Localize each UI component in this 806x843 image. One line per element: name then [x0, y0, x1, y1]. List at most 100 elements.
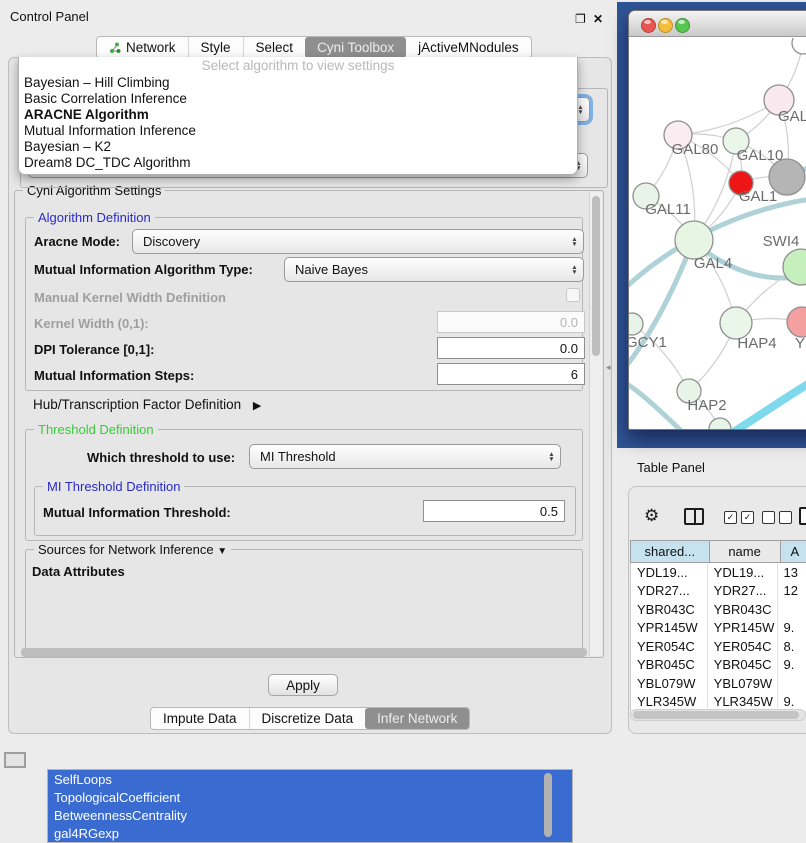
mi-threshold-label: Mutual Information Threshold:	[43, 505, 231, 520]
grip-box	[4, 752, 26, 768]
deselect-all-checkboxes-icon[interactable]	[762, 511, 792, 524]
table-cell: 12	[778, 582, 806, 601]
tab-discretize-data[interactable]: Discretize Data	[249, 708, 366, 729]
table-cell: 13	[778, 563, 806, 582]
settings-hscrollbar[interactable]	[21, 648, 587, 657]
expand-right-icon: ▶	[253, 400, 261, 412]
sources-group-title[interactable]: Sources for Network Inference ▼	[34, 542, 231, 557]
attribute-item[interactable]: gal4RGexp	[48, 824, 572, 842]
control-panel-tabbar: NetworkStyleSelectCyni ToolboxjActiveMNo…	[96, 36, 532, 59]
cyni-mode-tabbar: Impute DataDiscretize DataInfer Network	[150, 707, 470, 730]
algorithm-option[interactable]: Bayesian – Hill Climbing	[19, 74, 577, 90]
file-icon[interactable]	[799, 507, 806, 525]
tab-cyni-toolbox[interactable]: Cyni Toolbox	[305, 37, 406, 58]
apply-button[interactable]: Apply	[268, 674, 338, 696]
node-label: GAL	[778, 108, 806, 125]
table-cell: YER054C	[708, 637, 778, 656]
node-label: HAP2	[687, 397, 726, 414]
network-node[interactable]	[709, 418, 731, 430]
algorithm-placeholder: Select algorithm to view settings	[19, 57, 577, 74]
mi-threshold-field[interactable]: 0.5	[423, 500, 565, 522]
mi-type-combobox[interactable]: Naive Bayes ▲▼	[284, 257, 584, 282]
attribute-item[interactable]: SelfLoops	[48, 770, 572, 788]
table-row[interactable]: YBL079WYBL079W	[631, 674, 806, 693]
network-graph-canvas[interactable]: GALGAL80GAL10GAL1GAL11GAL4SWI4GCY1HAP4YH…	[629, 38, 806, 430]
table-cell: 8.	[778, 637, 806, 656]
table-cell: YDR27...	[708, 582, 778, 601]
algorithm-option[interactable]: ARACNE Algorithm	[19, 106, 577, 122]
network-window-titlebar[interactable]	[629, 11, 806, 37]
algorithm-option[interactable]: Basic Correlation Inference	[19, 90, 577, 106]
columns-icon[interactable]	[684, 508, 704, 525]
node-table[interactable]: shared...nameAYDL19...YDL19...13YDR27...…	[630, 540, 806, 711]
table-row[interactable]: YPR145WYPR145W9.	[631, 619, 806, 638]
table-row[interactable]: YBR045CYBR045C9.	[631, 656, 806, 675]
close-panel-button[interactable]: ✕	[593, 12, 603, 26]
tab-infer-network[interactable]: Infer Network	[365, 708, 469, 729]
manual-kernel-checkbox[interactable]	[566, 288, 580, 302]
table-row[interactable]: YDL19...YDL19...13	[631, 563, 806, 582]
dpi-tolerance-field[interactable]: 0.0	[437, 337, 585, 359]
tab-network[interactable]: Network	[97, 37, 188, 58]
column-header-1[interactable]: shared...	[630, 540, 710, 563]
float-panel-button[interactable]: ❐	[575, 12, 586, 26]
network-node-gal4[interactable]	[675, 221, 713, 259]
zoom-window-button[interactable]	[675, 18, 690, 33]
algorithm-option-list: Bayesian – Hill ClimbingBasic Correlatio…	[19, 74, 577, 170]
aracne-mode-value: Discovery	[143, 234, 200, 249]
tab-style[interactable]: Style	[188, 37, 243, 58]
table-panel-title: Table Panel	[637, 460, 705, 475]
table-cell: YBR043C	[708, 600, 778, 619]
algorithm-dropdown-popup: Select algorithm to view settings Bayesi…	[18, 57, 578, 175]
chevron-updown-icon: ▲▼	[566, 258, 583, 281]
node-label: SWI4	[763, 233, 800, 250]
tab-impute-data[interactable]: Impute Data	[151, 708, 249, 729]
hub-definition-toggle[interactable]: Hub/Transcription Factor Definition ▶	[33, 397, 261, 412]
close-window-button[interactable]	[641, 18, 656, 33]
tab-jactivemnodules[interactable]: jActiveMNodules	[406, 37, 531, 58]
table-cell: YBL079W	[631, 674, 708, 693]
attribute-item[interactable]: BetweennessCentrality	[48, 806, 572, 824]
mi-steps-field[interactable]: 6	[437, 363, 585, 385]
table-cell: YDL19...	[708, 563, 778, 582]
threshold-definition-title: Threshold Definition	[34, 422, 158, 437]
highlighted-edge	[724, 368, 806, 430]
attributes-scrollbar[interactable]	[544, 771, 553, 841]
table-hscrollbar[interactable]	[630, 709, 806, 721]
algorithm-option[interactable]: Bayesian – K2	[19, 138, 577, 154]
data-attributes-label: Data Attributes	[32, 564, 125, 579]
table-cell: YBR045C	[708, 656, 778, 675]
data-attributes-list[interactable]: SelfLoopsTopologicalCoefficientBetweenne…	[47, 769, 573, 843]
aracne-mode-combobox[interactable]: Discovery ▲▼	[132, 229, 584, 254]
table-row[interactable]: YDR27...YDR27...12	[631, 582, 806, 601]
network-node-y[interactable]	[787, 307, 806, 337]
table-cell: YBR045C	[631, 656, 708, 675]
kernel-width-field: 0.0	[437, 311, 585, 333]
column-header-3[interactable]: A	[781, 540, 806, 563]
table-row[interactable]: YER054CYER054C8.	[631, 637, 806, 656]
table-cell: YPR145W	[631, 619, 708, 638]
aracne-mode-label: Aracne Mode:	[34, 234, 120, 249]
table-cell: YDR27...	[631, 582, 708, 601]
table-row[interactable]: YBR043CYBR043C	[631, 600, 806, 619]
network-view-window[interactable]: GALGAL80GAL10GAL1GAL11GAL4SWI4GCY1HAP4YH…	[628, 10, 806, 430]
tab-select[interactable]: Select	[243, 37, 306, 58]
table-cell: YER054C	[631, 637, 708, 656]
algorithm-option[interactable]: Mutual Information Inference	[19, 122, 577, 138]
table-cell: YPR145W	[708, 619, 778, 638]
attribute-item[interactable]: TopologicalCoefficient	[48, 788, 572, 806]
minimize-window-button[interactable]	[658, 18, 673, 33]
node-label: Y	[795, 335, 805, 352]
network-node[interactable]	[792, 38, 806, 54]
gear-icon[interactable]: ⚙	[644, 506, 659, 526]
which-threshold-combobox[interactable]: MI Threshold ▲▼	[249, 444, 561, 469]
node-label: GAL11	[645, 201, 691, 218]
settings-scrollbar[interactable]	[589, 192, 602, 656]
table-cell: YBR043C	[631, 600, 708, 619]
select-all-checkboxes-icon[interactable]: ✓✓	[724, 511, 754, 524]
panel-collapse-arrow[interactable]: ◂	[606, 362, 611, 373]
column-header-2[interactable]: name	[710, 540, 781, 563]
algorithm-option[interactable]: Dream8 DC_TDC Algorithm	[19, 154, 577, 170]
network-node-gcy1[interactable]	[629, 313, 643, 335]
dpi-tolerance-label: DPI Tolerance [0,1]:	[34, 342, 154, 357]
